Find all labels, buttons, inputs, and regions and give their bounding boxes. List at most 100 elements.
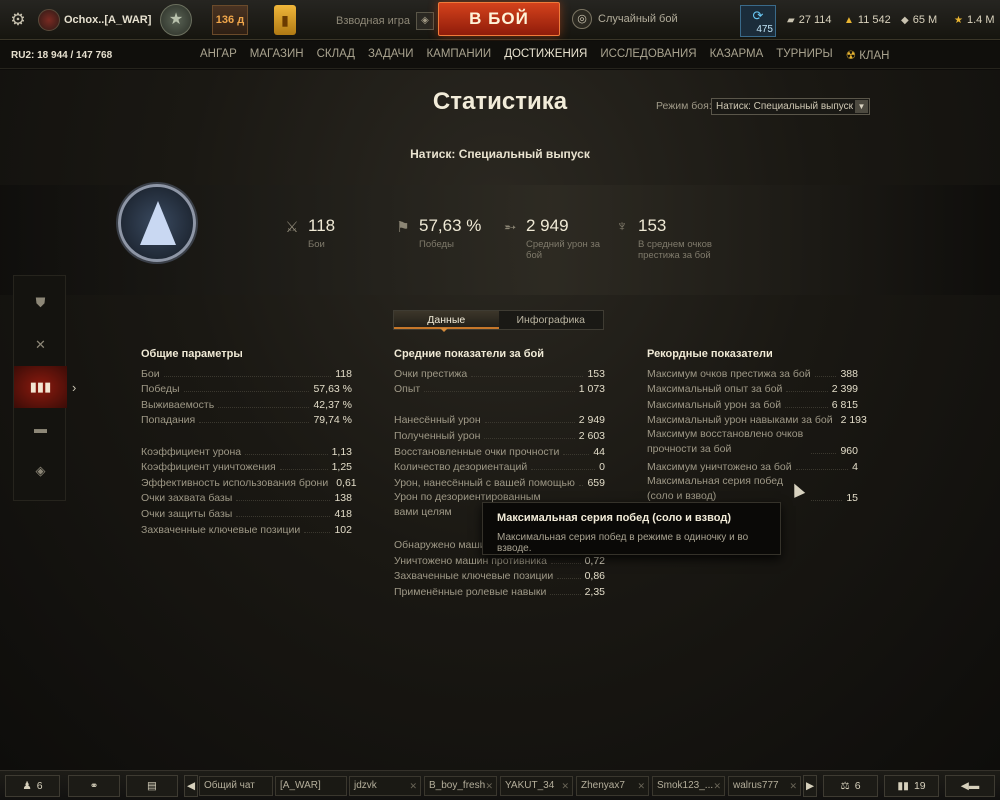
close-icon[interactable]: ✕ bbox=[485, 777, 493, 795]
bar-chart-icon: ▮▮ bbox=[897, 780, 909, 792]
battle-mode-selector[interactable]: ◎ Случайный бой bbox=[572, 9, 678, 29]
stat-row: Бои 118 bbox=[141, 364, 352, 380]
chat-tab[interactable]: Общий чат bbox=[199, 776, 273, 796]
tank-icon: ▬ bbox=[34, 421, 47, 436]
clan-radiation-icon: ☢ bbox=[845, 50, 856, 62]
nav-shop[interactable]: МАГАЗИН bbox=[250, 48, 304, 62]
chat-scroll-right[interactable]: ▶ bbox=[803, 775, 817, 797]
page-subtitle: Натиск: Специальный выпуск bbox=[410, 147, 590, 161]
stat-label: Опыт bbox=[394, 383, 421, 396]
chat-tab[interactable]: Zhenyax7 ✕ bbox=[576, 776, 649, 796]
fines-count: 6 bbox=[854, 780, 861, 792]
chevron-right-icon: ▶ bbox=[805, 780, 815, 792]
notifications-button[interactable]: ◀▬ bbox=[945, 775, 995, 797]
stat-label: Очки защиты базы bbox=[141, 507, 233, 520]
kpi-battles: ⚔ 118 Бои bbox=[282, 216, 335, 250]
platoon-label: Взводная игра bbox=[336, 15, 410, 27]
main-nav: АНГАР МАГАЗИН СКЛАД ЗАДАЧИ КАМПАНИИ ДОСТ… bbox=[200, 48, 889, 62]
prestige-icon: ♆ bbox=[616, 218, 628, 235]
stat-label: Нанесённый урон bbox=[394, 414, 481, 427]
star-balance[interactable]: ★ 1.4 M bbox=[954, 14, 994, 26]
stat-row: Победы 57,63 % bbox=[141, 380, 352, 395]
gold-value: 11 542 bbox=[857, 14, 891, 26]
nav-campaigns[interactable]: КАМПАНИИ bbox=[426, 48, 491, 62]
platoon-button[interactable]: Взводная игра ◈ bbox=[336, 12, 434, 30]
stat-value: 418 bbox=[334, 507, 352, 520]
stat-value: 0 bbox=[599, 461, 605, 474]
chat-bubbles-icon: ▤ bbox=[147, 780, 157, 792]
chat-tab[interactable]: [A_WAR] bbox=[275, 776, 347, 796]
flag-icon: ⚑ bbox=[396, 219, 410, 236]
stat-value: 102 bbox=[334, 523, 352, 536]
chat-scroll-left[interactable]: ◀ bbox=[184, 775, 198, 797]
stat-value: 960 bbox=[840, 445, 858, 458]
bottom-bar: ♟ 6 ⚭ ▤ ◀ Общий чат [A_WAR] jdzvk ✕ B_boy_… bbox=[0, 770, 1000, 800]
tab-infographic[interactable]: Инфографика bbox=[499, 311, 604, 329]
handshake-button[interactable]: ⚭ bbox=[68, 775, 120, 797]
friends-button[interactable]: ♟ 6 bbox=[5, 775, 60, 797]
nav-missions[interactable]: ЗАДАЧИ bbox=[368, 48, 414, 62]
free-xp-box[interactable]: ⟳ 475 bbox=[740, 5, 776, 37]
premium-shop-icon[interactable]: ▮ bbox=[274, 5, 296, 35]
kpi-prestige-value: 153 bbox=[638, 216, 667, 235]
nav-research[interactable]: ИССЛЕДОВАНИЯ bbox=[600, 48, 696, 62]
fines-button[interactable]: ⚖ 6 bbox=[823, 775, 878, 797]
nav-tournaments[interactable]: ТУРНИРЫ bbox=[776, 48, 832, 62]
chat-tab[interactable]: jdzvk ✕ bbox=[349, 776, 421, 796]
stats-button[interactable]: ▮▮ 19 bbox=[884, 775, 939, 797]
stat-label: Эффективность использования брони bbox=[141, 476, 329, 489]
chat-tab[interactable]: B_boy_fresh ✕ bbox=[424, 776, 497, 796]
stat-row: Очки престижа 153 bbox=[394, 364, 605, 380]
view-tabs: Данные Инфографика bbox=[393, 310, 604, 330]
stat-value: 44 bbox=[593, 445, 605, 458]
battle-button[interactable]: В БОЙ bbox=[438, 2, 560, 36]
level-suffix: д bbox=[237, 14, 245, 26]
sidebar-item-summary[interactable]: ⛊ bbox=[14, 282, 67, 324]
medal-icon: ✕ bbox=[35, 337, 46, 352]
chat-tab-label: B_boy_fresh bbox=[429, 780, 486, 791]
sidebar-item-collections[interactable]: ◈ bbox=[14, 450, 67, 492]
rank-star-icon[interactable]: ★ bbox=[160, 4, 192, 36]
chat-channels-button[interactable]: ▤ bbox=[126, 775, 178, 797]
sidebar-item-vehicles[interactable]: ▬ bbox=[14, 408, 67, 450]
arrow-emblem-icon bbox=[140, 201, 176, 245]
close-icon[interactable]: ✕ bbox=[789, 777, 797, 795]
crystal-balance[interactable]: ◆ 65 M bbox=[901, 14, 937, 26]
close-icon[interactable]: ✕ bbox=[409, 777, 417, 795]
kpi-battles-value: 118 bbox=[308, 216, 336, 235]
chat-tab[interactable]: walrus777 ✕ bbox=[728, 776, 801, 796]
kpi-prestige: ♆ 153 В среднем очков престижа за бой bbox=[612, 216, 718, 261]
chat-tab-label: walrus777 bbox=[733, 780, 779, 791]
account-level-badge[interactable]: 136 д bbox=[212, 5, 248, 35]
player-info[interactable]: Ochox..[A_WAR] bbox=[38, 9, 151, 31]
kpi-victories-value: 57,63 % bbox=[419, 216, 482, 235]
chat-tab[interactable]: Smok123_... ✕ bbox=[652, 776, 725, 796]
close-icon[interactable]: ✕ bbox=[561, 777, 569, 795]
nav-clan[interactable]: ☢ КЛАН bbox=[846, 48, 890, 62]
stat-row: Полученный урон 2 603 bbox=[394, 426, 605, 442]
kpi-victories-label: Победы bbox=[419, 239, 454, 250]
sidebar-item-statistics[interactable]: ▮▮▮ bbox=[14, 366, 67, 408]
stat-label: Очки захвата базы bbox=[141, 492, 233, 505]
nav-depot[interactable]: СКЛАД bbox=[317, 48, 355, 62]
close-icon[interactable]: ✕ bbox=[637, 777, 645, 795]
close-icon[interactable]: ✕ bbox=[713, 777, 721, 795]
sidebar-item-awards[interactable]: ✕ bbox=[14, 324, 67, 366]
credits-balance[interactable]: ▰ 27 114 bbox=[787, 14, 832, 26]
chevron-right-icon: › bbox=[72, 380, 77, 395]
nav-achievements[interactable]: ДОСТИЖЕНИЯ bbox=[504, 48, 587, 62]
chat-tab-label: Общий чат bbox=[204, 780, 255, 791]
stat-value: 15 bbox=[846, 491, 858, 504]
stat-row-hovered[interactable]: Максимальная серия побед (соло и взвод) 1… bbox=[647, 473, 858, 504]
settings-gear-icon[interactable]: ⚙ bbox=[8, 10, 28, 30]
records-title: Рекордные показатели bbox=[647, 348, 773, 360]
stat-value: 2 603 bbox=[578, 429, 605, 442]
gold-balance[interactable]: ▲ 11 542 bbox=[844, 14, 891, 26]
stat-value: 42,37 % bbox=[313, 398, 352, 411]
tab-data[interactable]: Данные bbox=[394, 311, 499, 329]
nav-hangar[interactable]: АНГАР bbox=[200, 48, 237, 62]
chat-tab[interactable]: YAKUT_34 ✕ bbox=[500, 776, 573, 796]
stat-label: Максимальный урон за бой bbox=[647, 398, 782, 411]
nav-barracks[interactable]: КАЗАРМА bbox=[710, 48, 764, 62]
battle-mode-dropdown[interactable]: Натиск: Специальный выпуск ▼ bbox=[711, 98, 870, 115]
